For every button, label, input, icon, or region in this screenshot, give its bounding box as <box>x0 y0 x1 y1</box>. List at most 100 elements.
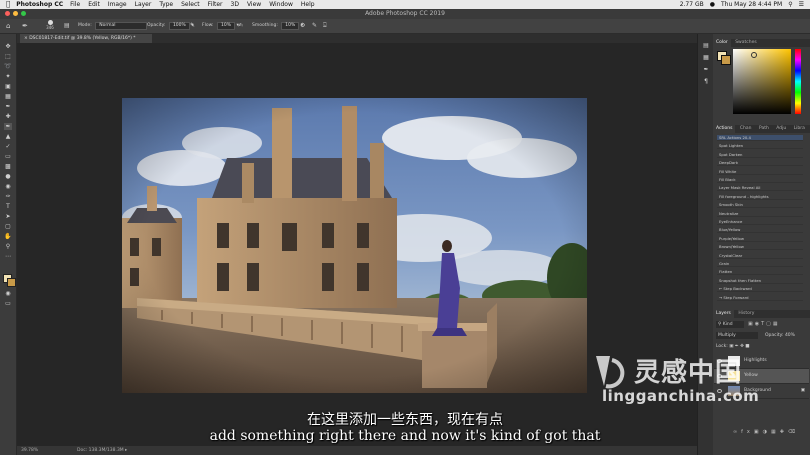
pen-tool-icon[interactable]: ✑ <box>4 193 12 200</box>
action-item[interactable]: Fill foreground - highlights <box>717 194 803 200</box>
properties-panel-icon[interactable]: ▦ <box>702 54 710 61</box>
action-item[interactable]: CrystalClear <box>717 253 803 259</box>
tab-libraries[interactable]: Libra <box>791 126 808 131</box>
delete-layer-icon[interactable]: ⌫ <box>788 429 799 435</box>
tab-actions[interactable]: Actions <box>713 125 736 133</box>
more-tools-icon[interactable]: ⋯ <box>4 253 12 260</box>
crop-tool-icon[interactable]: ▣ <box>4 83 12 90</box>
action-item[interactable]: Fill Black <box>717 177 803 183</box>
lasso-tool-icon[interactable]: ➰ <box>4 63 12 70</box>
action-set[interactable]: SRL Actions 20.4 <box>717 135 803 141</box>
close-window-button[interactable] <box>5 11 10 16</box>
layer-opacity[interactable]: Opacity: 40% <box>765 332 795 339</box>
action-item[interactable]: Purple/Yellow <box>717 236 803 242</box>
brush-tool-icon[interactable]: ✒ <box>4 123 12 130</box>
menu-filter[interactable]: Filter <box>208 0 223 9</box>
close-tab-icon[interactable]: × <box>24 36 28 41</box>
pressure-opacity-icon[interactable]: ✎ <box>190 22 195 30</box>
hue-slider[interactable] <box>795 49 801 114</box>
brush-tool-icon[interactable]: ✒ <box>22 22 28 30</box>
brush-settings-icon[interactable]: ▤ <box>64 22 70 30</box>
airbrush-icon[interactable]: ✍ <box>238 22 243 30</box>
brush-preset-picker[interactable]: 346 <box>44 20 56 30</box>
tab-history[interactable]: History <box>735 311 757 316</box>
eraser-tool-icon[interactable]: ▭ <box>4 153 12 160</box>
mode-select[interactable]: Normal <box>95 22 148 30</box>
paragraph-panel-icon[interactable]: ¶ <box>702 78 710 85</box>
minimize-window-button[interactable] <box>13 11 18 16</box>
history-panel-icon[interactable]: ▤ <box>702 42 710 49</box>
menu-image[interactable]: Image <box>108 0 127 9</box>
smoothing-control[interactable]: Smoothing: 10% ▾ <box>252 22 303 30</box>
menu-app-name[interactable]: Photoshop CC <box>16 0 63 9</box>
action-item[interactable]: Smooth Skin <box>717 202 803 209</box>
menu-type[interactable]: Type <box>159 0 173 9</box>
menu-file[interactable]: File <box>70 0 80 9</box>
document-canvas-image[interactable] <box>122 98 587 393</box>
smoothing-input[interactable]: 10% <box>281 22 300 30</box>
layer-filter-kind[interactable]: ⚲ Kind <box>716 321 744 328</box>
flow-input[interactable]: 10% <box>216 22 235 30</box>
eyedropper-tool-icon[interactable]: ✒ <box>4 103 12 110</box>
opacity-input[interactable]: 100% <box>168 22 190 30</box>
layers-footer-buttons[interactable]: ∞fx▣◑▦✚⌫ <box>733 429 799 435</box>
action-item[interactable]: Fill White <box>717 169 803 175</box>
action-item[interactable]: Grain <box>717 261 803 267</box>
menu-3d[interactable]: 3D <box>231 0 239 9</box>
action-item[interactable]: DeepDark <box>717 160 803 167</box>
brush-panel-icon[interactable]: ✒ <box>702 66 710 73</box>
new-layer-icon[interactable]: ✚ <box>780 429 788 435</box>
zoom-tool-icon[interactable]: ⚲ <box>4 243 12 250</box>
action-item[interactable]: Neutralize <box>717 211 803 217</box>
clock[interactable]: Thu May 28 4:44 PM <box>721 0 782 9</box>
action-item[interactable]: Layer Mask Reveal All <box>717 185 803 192</box>
menu-list-icon[interactable]: ☰ <box>799 0 804 9</box>
tab-layers[interactable]: Layers <box>713 310 734 318</box>
action-item[interactable]: EyeEnhance <box>717 219 803 225</box>
fx-icon[interactable]: fx <box>741 429 754 435</box>
menu-window[interactable]: Window <box>269 0 293 9</box>
color-field[interactable] <box>733 49 791 114</box>
tab-swatches[interactable]: Swatches <box>732 40 760 45</box>
menu-layer[interactable]: Layer <box>135 0 152 9</box>
action-item[interactable]: Snapshot then Flatten <box>717 278 803 284</box>
tab-adjustments[interactable]: Adju <box>773 126 789 131</box>
color-panel-background[interactable] <box>721 55 731 65</box>
history-brush-tool-icon[interactable]: ✓ <box>4 143 12 150</box>
tab-channels[interactable]: Chan <box>737 126 755 131</box>
apple-icon[interactable]:  <box>6 0 10 9</box>
menu-edit[interactable]: Edit <box>88 0 100 9</box>
mode-control[interactable]: Mode: Normal <box>78 22 148 30</box>
gradient-tool-icon[interactable]: ▩ <box>4 163 12 170</box>
tab-paths[interactable]: Path <box>756 126 772 131</box>
home-icon[interactable]: ⌂ <box>6 22 10 30</box>
menu-select[interactable]: Select <box>181 0 200 9</box>
frame-tool-icon[interactable]: ▦ <box>4 93 12 100</box>
flow-control[interactable]: Flow: 10% ▾ <box>202 22 239 30</box>
search-icon[interactable]: ⚲ <box>788 0 792 9</box>
pressure-size-icon[interactable]: ✎ <box>312 22 317 30</box>
layer-opacity-value[interactable]: 40% <box>785 333 795 338</box>
document-tab[interactable]: × DSC01817-Edit.tif @ 39.8% (Yellow, RGB… <box>20 34 152 43</box>
blend-mode-select[interactable]: Multiply <box>716 332 758 339</box>
path-select-tool-icon[interactable]: ➤ <box>4 213 12 220</box>
action-item[interactable]: Spot Darken <box>717 152 803 158</box>
zoom-window-button[interactable] <box>21 11 26 16</box>
link-layers-icon[interactable]: ∞ <box>733 429 741 435</box>
move-tool-icon[interactable]: ✥ <box>4 43 12 50</box>
wifi-icon[interactable]: ● <box>710 0 715 9</box>
menu-help[interactable]: Help <box>301 0 315 9</box>
quick-select-tool-icon[interactable]: ✦ <box>4 73 12 80</box>
dodge-tool-icon[interactable]: ◉ <box>4 183 12 190</box>
action-item[interactable]: Spot Lighten <box>717 143 803 150</box>
healing-brush-tool-icon[interactable]: ✚ <box>4 113 12 120</box>
lock-icon[interactable]: ▣ ✒ ✥ ■ <box>729 344 749 349</box>
adjustment-layer-icon[interactable]: ◑ <box>763 429 771 435</box>
type-tool-icon[interactable]: T <box>4 203 12 210</box>
marquee-tool-icon[interactable]: ⬚ <box>4 53 12 60</box>
menu-view[interactable]: View <box>247 0 261 9</box>
shape-tool-icon[interactable]: ▢ <box>4 223 12 230</box>
zoom-level[interactable]: 39.78% <box>21 446 38 455</box>
action-item[interactable]: Brown/Yellow <box>717 244 803 251</box>
layer-filter-icons[interactable]: ▣◉T▢▦ <box>748 321 780 327</box>
